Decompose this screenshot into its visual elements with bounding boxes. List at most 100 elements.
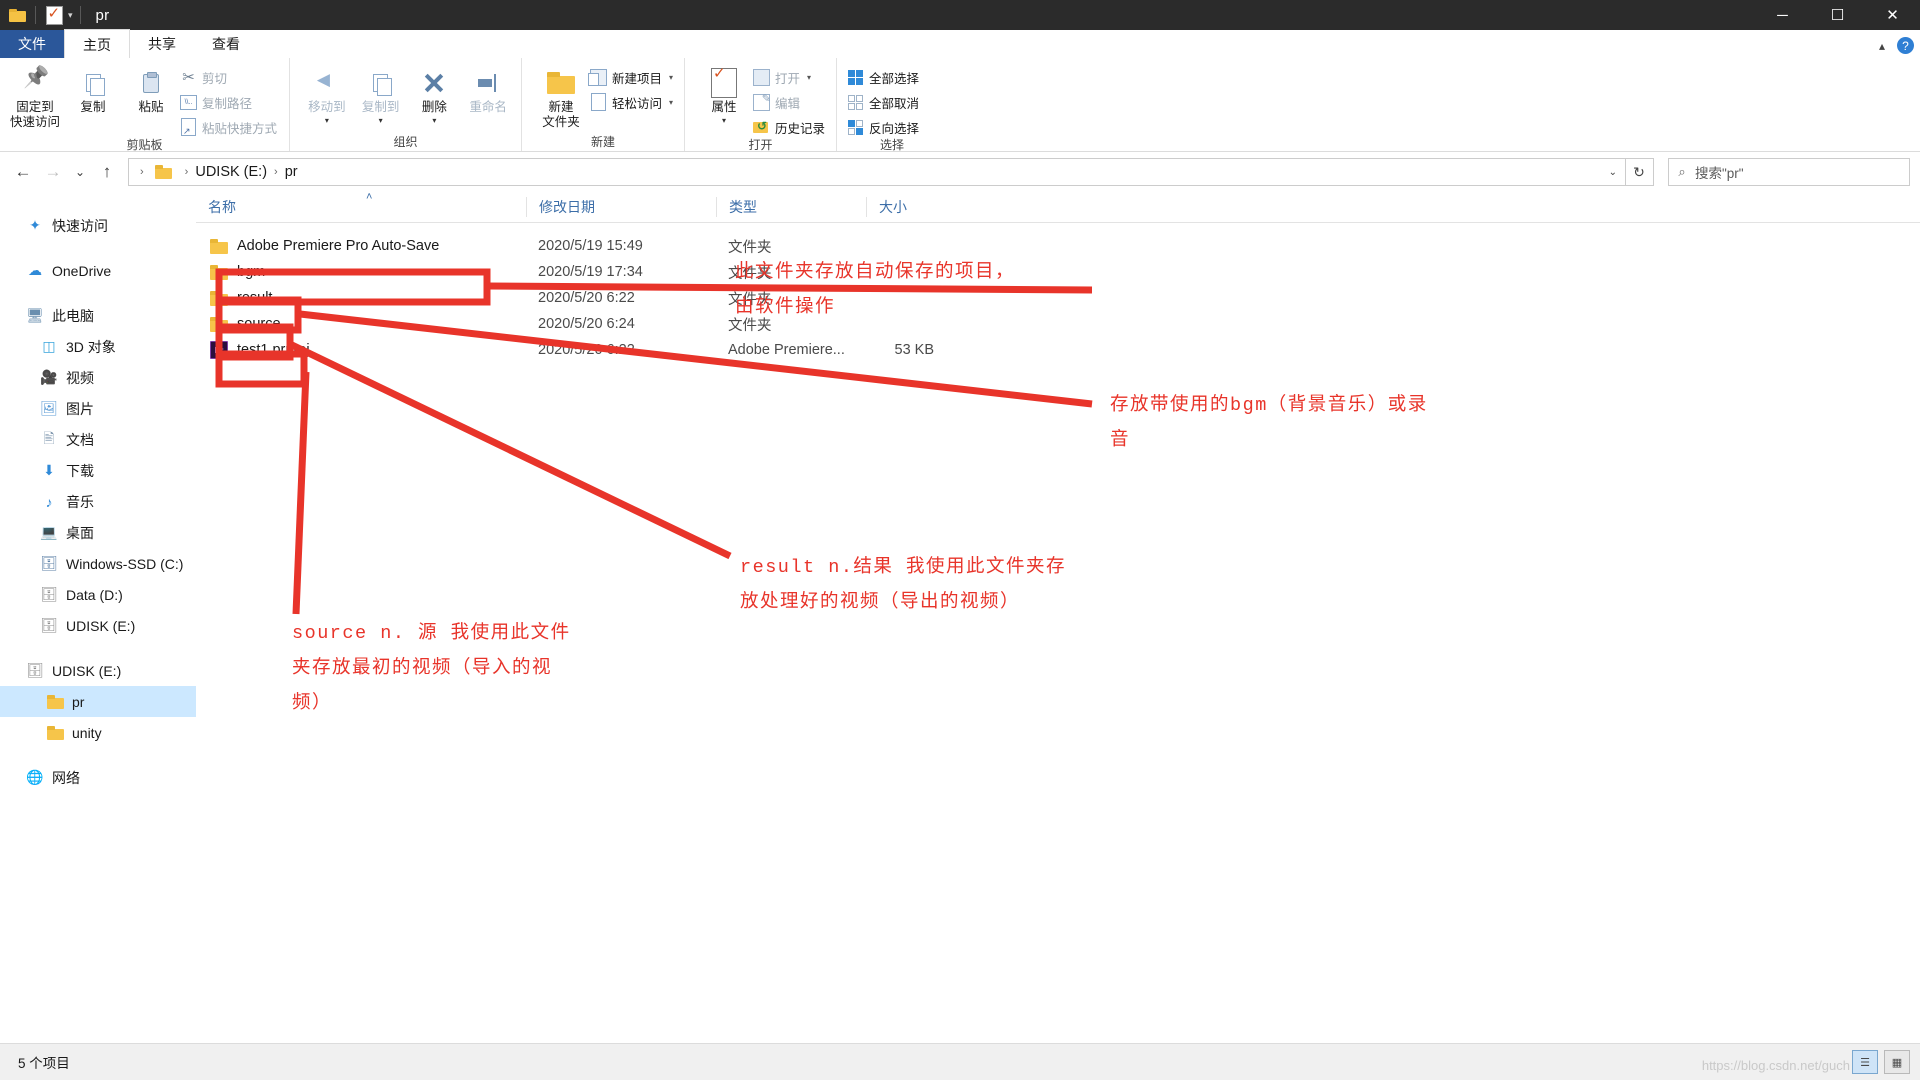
minimize-button[interactable]: ─ — [1755, 0, 1810, 30]
sidebar-item-this-pc[interactable]: 🖥 此电脑 — [0, 300, 196, 331]
table-row[interactable]: bgm 2020/5/19 17:34 文件夹 — [196, 259, 1920, 285]
close-button[interactable]: ✕ — [1865, 0, 1920, 30]
paste-button[interactable]: 粘贴 — [122, 62, 180, 115]
sidebar-item-videos[interactable]: 🎥 视频 — [0, 362, 196, 393]
select-all-button[interactable]: 全部选择 — [847, 66, 923, 88]
properties-caret-icon[interactable]: ▾ — [722, 113, 726, 128]
column-header-size[interactable]: 大小 — [866, 197, 956, 217]
sidebar-label-3d-objects: 3D 对象 — [66, 338, 116, 355]
column-header-date[interactable]: 修改日期 — [526, 197, 716, 217]
cube-icon: ◫ — [42, 338, 56, 354]
forward-button[interactable]: → — [38, 157, 68, 187]
new-item-button[interactable]: 新建项目 ▾ — [588, 66, 677, 88]
row-name-0: Adobe Premiere Pro Auto-Save — [237, 238, 440, 254]
sidebar-item-udisk-e[interactable]: 🗄 UDISK (E:) — [0, 655, 196, 686]
sidebar-item-onedrive[interactable]: ☁ OneDrive — [0, 255, 196, 286]
sidebar-item-quick-access[interactable]: ✦ 快速访问 — [0, 210, 196, 241]
tab-home[interactable]: 主页 — [64, 29, 130, 59]
breadcrumb-item-drive[interactable]: UDISK (E:) — [195, 164, 267, 180]
sidebar-item-pr[interactable]: pr — [0, 686, 196, 717]
paste-shortcut-button[interactable]: 粘贴快捷方式 — [180, 116, 281, 138]
refresh-button[interactable]: ↻ — [1625, 158, 1654, 186]
copy-button[interactable]: 复制 — [64, 62, 122, 115]
large-icons-view-icon[interactable]: ▦ — [1884, 1050, 1910, 1074]
table-row[interactable]: Pr test1.prproj 2020/5/20 6:22 Adobe Pre… — [196, 337, 1920, 363]
recent-locations-button[interactable]: ⌄ — [68, 157, 92, 187]
window-title: pr — [95, 6, 110, 24]
view-mode-buttons: ☰ ▦ — [1852, 1044, 1910, 1080]
table-row[interactable]: Adobe Premiere Pro Auto-Save 2020/5/19 1… — [196, 233, 1920, 259]
easy-access-button[interactable]: 轻松访问 ▾ — [590, 91, 677, 113]
open-caret-icon[interactable]: ▾ — [807, 73, 811, 82]
history-button[interactable]: 历史记录 — [753, 116, 829, 138]
move-to-button[interactable]: 移动到 ▾ — [300, 62, 354, 128]
up-button[interactable]: ↑ — [92, 157, 122, 187]
qat-folder-button[interactable] — [4, 2, 30, 28]
row-type-1: 文件夹 — [728, 265, 772, 282]
maximize-button[interactable]: ☐ — [1810, 0, 1865, 30]
sidebar-item-3d-objects[interactable]: ◫ 3D 对象 — [0, 331, 196, 362]
sidebar-item-pictures[interactable]: 🖼 图片 — [0, 393, 196, 424]
sidebar-item-network[interactable]: 🌐 网络 — [0, 762, 196, 793]
star-icon: ✦ — [29, 217, 41, 233]
tab-file-menu[interactable]: 文件 — [0, 30, 64, 58]
tab-view[interactable]: 查看 — [194, 30, 258, 58]
cut-button[interactable]: 剪切 — [180, 66, 281, 88]
select-none-button[interactable]: 全部取消 — [847, 91, 923, 113]
new-item-label: 新建项目 — [612, 71, 663, 86]
edit-button[interactable]: 编辑 — [753, 91, 829, 113]
breadcrumb-dropdown-icon[interactable]: ⌄ — [1609, 167, 1617, 178]
easy-access-caret-icon[interactable]: ▾ — [669, 98, 673, 107]
premiere-project-icon: Pr — [210, 341, 228, 359]
desktop-icon: 💻 — [40, 524, 58, 540]
sidebar-item-desktop[interactable]: 💻 桌面 — [0, 517, 196, 548]
invert-selection-button[interactable]: 反向选择 — [847, 116, 923, 138]
paste-shortcut-icon — [180, 118, 197, 137]
easy-access-label: 轻松访问 — [612, 96, 663, 111]
chevron-up-icon[interactable]: ▴ — [1879, 39, 1885, 53]
copy-path-button[interactable]: \\.. 复制路径 — [180, 91, 281, 113]
edit-label: 编辑 — [775, 96, 801, 111]
sidebar-item-data-d[interactable]: 🗄 Data (D:) — [0, 579, 196, 610]
copy-to-caret-icon[interactable]: ▾ — [379, 113, 383, 128]
copy-to-button[interactable]: 复制到 ▾ — [354, 62, 408, 128]
sidebar-item-music[interactable]: ♪ 音乐 — [0, 486, 196, 517]
back-button[interactable]: ← — [8, 157, 38, 187]
rename-button[interactable]: 重命名 — [461, 62, 515, 115]
delete-button[interactable]: 删除 ▾ — [408, 62, 462, 128]
column-header-name[interactable]: 名称 — [196, 197, 526, 217]
sidebar-label-this-pc: 此电脑 — [52, 307, 94, 324]
select-none-icon — [847, 94, 864, 111]
sidebar-item-udisk-e-child[interactable]: 🗄 UDISK (E:) — [0, 610, 196, 641]
table-row[interactable]: result 2020/5/20 6:22 文件夹 — [196, 285, 1920, 311]
qat-properties-button[interactable] — [41, 2, 67, 28]
properties-icon — [45, 4, 63, 25]
delete-caret-icon[interactable]: ▾ — [432, 113, 436, 128]
sidebar-item-documents[interactable]: 🖹 文档 — [0, 424, 196, 455]
sidebar-item-windows-ssd[interactable]: 🗄 Windows-SSD (C:) — [0, 548, 196, 579]
sidebar-item-unity[interactable]: unity — [0, 717, 196, 748]
invert-selection-icon — [847, 119, 864, 136]
folder-icon — [8, 8, 26, 22]
pin-to-quick-access-button[interactable]: 固定到 快速访问 — [6, 62, 64, 130]
ribbon-group-clipboard-title: 剪贴板 — [126, 138, 163, 152]
sidebar-item-downloads[interactable]: ⬇ 下载 — [0, 455, 196, 486]
table-row[interactable]: source 2020/5/20 6:24 文件夹 — [196, 311, 1920, 337]
row-type-0: 文件夹 — [728, 239, 772, 256]
column-header-type[interactable]: 类型 — [716, 197, 866, 217]
tab-share[interactable]: 共享 — [130, 30, 194, 58]
open-icon — [753, 68, 770, 86]
qat-divider — [35, 6, 36, 24]
new-item-icon — [588, 68, 607, 86]
properties-button[interactable]: 属性 ▾ — [695, 62, 753, 128]
new-folder-button[interactable]: 新建 文件夹 — [532, 62, 590, 130]
search-input[interactable]: ⌕ 搜索"pr" — [1668, 158, 1910, 186]
customize-caret-icon[interactable]: ▾ — [68, 10, 73, 21]
breadcrumb[interactable]: › › UDISK (E:) › pr ⌄ — [128, 158, 1626, 186]
details-view-icon[interactable]: ☰ — [1852, 1050, 1878, 1074]
new-item-caret-icon[interactable]: ▾ — [669, 73, 673, 82]
breadcrumb-item-pr[interactable]: pr — [285, 164, 298, 180]
help-icon[interactable]: ? — [1897, 37, 1914, 54]
move-to-caret-icon[interactable]: ▾ — [325, 113, 329, 128]
open-button[interactable]: 打开 ▾ — [753, 66, 829, 88]
